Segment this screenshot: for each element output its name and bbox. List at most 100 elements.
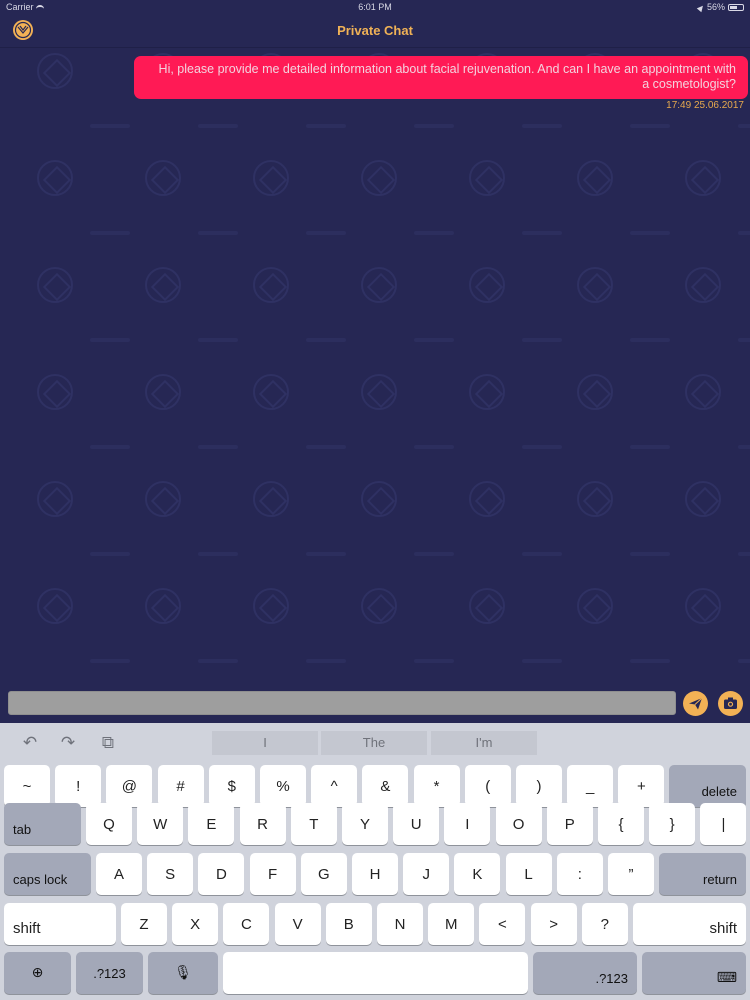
pattern-logo-mark [145, 160, 181, 196]
key-s[interactable]: S [147, 853, 194, 895]
key-o[interactable]: O [495, 803, 542, 845]
key-<[interactable]: < [479, 903, 526, 945]
numbers-key-left[interactable]: .?123 [76, 952, 143, 994]
pattern-logo-mark [469, 267, 505, 303]
pattern-wordmark [522, 124, 562, 128]
delete-key[interactable]: delete [669, 765, 746, 807]
pattern-wordmark [90, 338, 130, 342]
key-n[interactable]: N [377, 903, 423, 945]
key-symbol[interactable]: % [260, 765, 306, 807]
pattern-logo-mark [577, 588, 613, 624]
key-|[interactable]: | [700, 803, 747, 845]
key-k[interactable]: K [454, 853, 501, 895]
key-symbol[interactable]: * [413, 765, 460, 807]
suggestion-3[interactable]: I'm [431, 731, 537, 755]
pattern-wordmark [738, 124, 750, 128]
suggestion-2[interactable]: The [321, 731, 427, 755]
key-x[interactable]: X [172, 903, 219, 945]
key-d[interactable]: D [198, 853, 245, 895]
key-t[interactable]: T [290, 803, 337, 845]
chat-area[interactable]: Hi, please provide me detailed informati… [0, 49, 750, 685]
key-symbol[interactable]: & [362, 765, 409, 807]
key-”[interactable]: ” [608, 853, 654, 895]
key-symbol[interactable]: # [157, 765, 204, 807]
return-key[interactable]: return [659, 853, 746, 895]
undo-icon[interactable]: ↶ [20, 735, 40, 752]
numbers-key-right[interactable]: .?123 [533, 952, 637, 994]
globe-key[interactable]: ⊕ [4, 952, 71, 994]
camera-button[interactable] [718, 691, 743, 716]
key-p[interactable]: P [546, 803, 593, 845]
key-}[interactable]: } [649, 803, 696, 845]
key-v[interactable]: V [274, 903, 321, 945]
tab-key[interactable]: tab [4, 803, 81, 845]
key-l[interactable]: L [505, 853, 552, 895]
send-button[interactable] [683, 691, 708, 716]
key-j[interactable]: J [403, 853, 450, 895]
key-symbol[interactable]: ^ [311, 765, 358, 807]
key-g[interactable]: G [300, 853, 347, 895]
pattern-logo-mark [145, 267, 181, 303]
key-q[interactable]: Q [86, 803, 132, 845]
pattern-logo-mark [577, 481, 613, 517]
shift-right-key[interactable]: shift [633, 903, 746, 945]
key-f[interactable]: F [249, 853, 296, 895]
message-bubble[interactable]: Hi, please provide me detailed informati… [134, 56, 748, 99]
key-symbol[interactable]: _ [567, 765, 614, 807]
pattern-logo-mark [685, 267, 721, 303]
page-title: Private Chat [337, 23, 413, 38]
key-symbol[interactable]: ! [55, 765, 102, 807]
key-symbol[interactable]: + [618, 765, 665, 807]
pattern-wordmark [90, 231, 130, 235]
pattern-wordmark [198, 659, 238, 663]
pattern-logo-mark [37, 267, 73, 303]
pattern-wordmark [522, 552, 562, 556]
pattern-wordmark [306, 338, 346, 342]
pattern-logo-mark [577, 267, 613, 303]
key-a[interactable]: A [96, 853, 142, 895]
key-i[interactable]: I [444, 803, 491, 845]
pattern-wordmark [90, 124, 130, 128]
hide-keyboard-key[interactable]: ⌨ [642, 952, 746, 994]
key-r[interactable]: R [239, 803, 286, 845]
key-e[interactable]: E [188, 803, 235, 845]
microphone-icon: 🎙 [174, 965, 192, 981]
pattern-wordmark [738, 231, 750, 235]
key-symbol[interactable]: ~ [4, 765, 50, 807]
pattern-wordmark [630, 124, 670, 128]
pattern-logo-mark [685, 374, 721, 410]
key-c[interactable]: C [223, 903, 270, 945]
key-z[interactable]: Z [121, 903, 167, 945]
message-input[interactable] [8, 691, 676, 715]
shift-left-key[interactable]: shift [4, 903, 116, 945]
key-w[interactable]: W [137, 803, 184, 845]
key-?[interactable]: ? [581, 903, 628, 945]
key-b[interactable]: B [325, 903, 372, 945]
send-icon [689, 697, 703, 710]
key-symbol[interactable]: ) [516, 765, 562, 807]
key-symbol[interactable]: $ [208, 765, 255, 807]
key-:[interactable]: : [556, 853, 603, 895]
key-y[interactable]: Y [342, 803, 388, 845]
caps-lock-key[interactable]: caps lock [4, 853, 91, 895]
pattern-wordmark [630, 231, 670, 235]
pattern-wordmark [306, 124, 346, 128]
key-symbol[interactable]: @ [106, 765, 153, 807]
redo-icon[interactable]: ↷ [58, 735, 78, 752]
pattern-logo-mark [37, 481, 73, 517]
key->[interactable]: > [530, 903, 577, 945]
microphone-key[interactable]: 🎙 [148, 952, 218, 994]
key-h[interactable]: H [352, 853, 398, 895]
paste-icon[interactable]: ⧉ [98, 735, 118, 752]
pattern-wordmark [522, 445, 562, 449]
status-bar: Carrier 6:01 PM 56% [0, 0, 750, 14]
key-symbol[interactable]: ( [464, 765, 511, 807]
pattern-wordmark [738, 552, 750, 556]
key-{[interactable]: { [598, 803, 644, 845]
pattern-wordmark [630, 659, 670, 663]
key-m[interactable]: M [428, 903, 475, 945]
pattern-wordmark [414, 552, 454, 556]
space-key[interactable] [223, 952, 528, 994]
key-u[interactable]: U [393, 803, 440, 845]
suggestion-1[interactable]: I [212, 731, 318, 755]
